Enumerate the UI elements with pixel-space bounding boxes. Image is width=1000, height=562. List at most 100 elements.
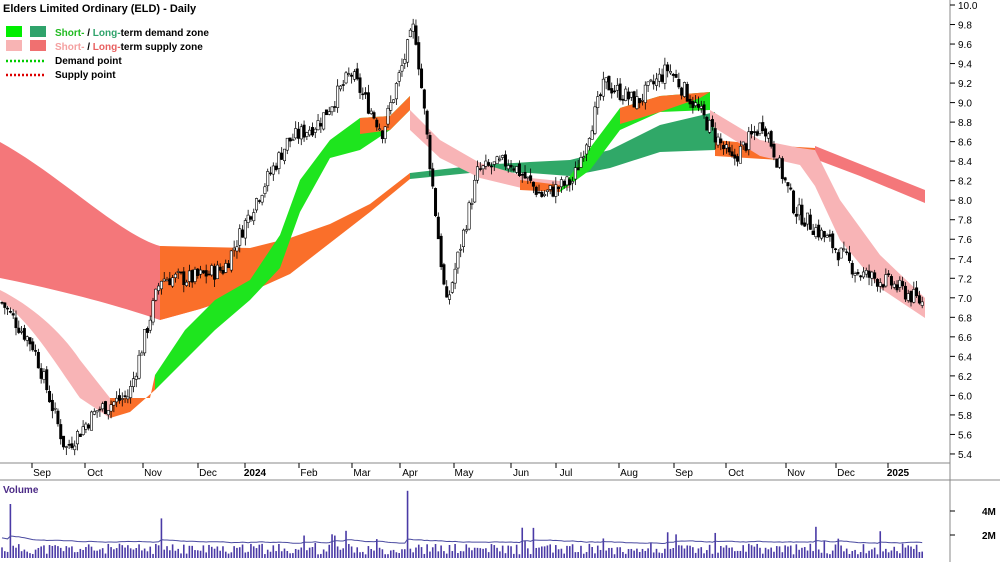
volume-bar <box>767 549 770 558</box>
volume-bar <box>638 551 641 558</box>
candle <box>450 281 454 294</box>
volume-bar <box>423 553 426 558</box>
volume-bar <box>331 534 333 558</box>
volume-bar <box>845 548 848 558</box>
volume-bar <box>499 551 501 558</box>
volume-bar <box>465 544 468 558</box>
candle <box>467 200 471 231</box>
volume-bar <box>308 547 311 558</box>
volume-bar <box>479 548 482 558</box>
volume-bar <box>350 546 353 558</box>
volume-bar <box>107 543 110 558</box>
volume-bar <box>300 547 303 558</box>
y-tick-label: 9.4 <box>958 60 972 71</box>
volume-bar <box>417 544 420 558</box>
y-tick-label: 9.8 <box>958 21 972 32</box>
volume-bar <box>113 549 115 558</box>
y-tick-label: 9.0 <box>958 99 972 110</box>
volume-bar <box>392 549 395 558</box>
volume-bar <box>622 551 624 558</box>
volume-bar <box>406 490 409 558</box>
volume-bar <box>264 554 266 558</box>
volume-bar <box>585 552 588 558</box>
volume-bar <box>815 526 817 558</box>
volume-bar <box>314 542 317 558</box>
volume-bar <box>26 551 28 558</box>
volume-bar <box>568 546 571 558</box>
volume-bar <box>258 544 261 558</box>
candle <box>708 119 712 134</box>
volume-bar <box>722 547 725 558</box>
volume-bar <box>613 554 616 558</box>
y-tick-label: 8.0 <box>958 196 972 207</box>
volume-bar <box>812 551 814 558</box>
volume-bar <box>482 548 484 558</box>
volume-bar <box>515 544 518 558</box>
volume-bar <box>823 540 826 558</box>
volume-bar <box>398 553 400 558</box>
volume-bar <box>194 550 196 558</box>
volume-bar <box>655 548 658 558</box>
volume-bar <box>851 551 854 558</box>
volume-bar <box>236 547 238 558</box>
volume-bar <box>627 549 630 558</box>
volume-bar <box>353 552 356 558</box>
volume-bar <box>538 547 540 558</box>
volume-bar <box>725 545 728 558</box>
candle <box>56 408 60 427</box>
volume-bar <box>146 551 149 558</box>
volume-bar <box>420 547 423 558</box>
volume-bar <box>34 549 37 558</box>
volume-bar <box>689 545 691 558</box>
volume-bar <box>297 549 300 558</box>
volume-bar <box>798 549 800 558</box>
volume-bar <box>487 552 490 558</box>
volume-bar <box>339 549 342 558</box>
volume-bar <box>717 552 719 558</box>
volume-bar <box>594 553 596 558</box>
volume-bar <box>652 552 655 558</box>
candle <box>632 90 636 108</box>
volume-bar <box>457 553 459 558</box>
volume-bar <box>910 546 912 558</box>
volume-bar <box>610 547 613 558</box>
volume-bar <box>801 547 803 558</box>
candle <box>434 187 438 218</box>
volume-bar <box>552 552 554 558</box>
volume-bar <box>230 552 233 558</box>
volume-bar <box>401 549 403 558</box>
y-tick-label: 7.8 <box>958 216 972 227</box>
volume-bar <box>747 543 750 558</box>
legend-swatch <box>6 26 22 37</box>
volume-bar <box>169 550 171 558</box>
volume-bar <box>191 545 193 558</box>
x-tick-label: Mar <box>353 468 371 479</box>
volume-bar <box>580 545 582 558</box>
candle <box>151 297 155 326</box>
volume-bar <box>37 547 40 558</box>
volume-bar <box>59 547 62 558</box>
volume-bar <box>364 554 367 558</box>
volume-bar <box>76 552 79 558</box>
volume-bar <box>336 546 339 558</box>
volume-bar <box>543 546 546 558</box>
volume-bar <box>373 550 375 558</box>
volume-bar <box>471 550 473 558</box>
volume-bar <box>306 550 308 558</box>
volume-bar <box>437 551 440 558</box>
volume-bar <box>325 551 328 558</box>
x-tick-label: May <box>455 468 474 479</box>
volume-axis-label: 2M <box>982 531 996 542</box>
candle <box>103 400 107 415</box>
volume-bar <box>873 547 876 558</box>
x-tick-label: 2024 <box>244 468 267 479</box>
volume-bar <box>803 547 806 558</box>
volume-bar <box>840 545 842 558</box>
legend-swatch <box>30 40 46 51</box>
volume-bar <box>809 543 812 558</box>
volume-bar <box>857 554 859 558</box>
volume-bar <box>596 545 599 558</box>
volume-bar <box>773 551 775 558</box>
volume-bar <box>87 544 90 558</box>
volume-bar <box>149 546 152 558</box>
